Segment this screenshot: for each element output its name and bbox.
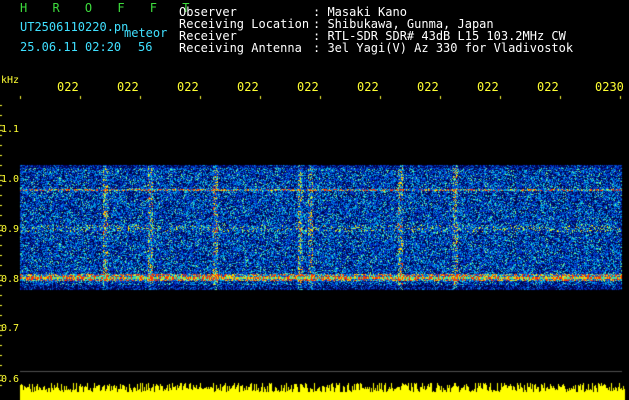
x-tick-label: 022	[297, 80, 319, 94]
x-tick-label: 022	[357, 80, 379, 94]
y-tick-label: 0.9	[1, 224, 20, 235]
datetime-label: 25.06.11 02:20	[20, 40, 122, 54]
y-tick-label: 0.7	[1, 323, 20, 334]
x-tick-label: 0230	[595, 80, 624, 94]
x-tick-label: 022	[537, 80, 559, 94]
x-tick-label: 022	[117, 80, 139, 94]
info-value-antenna: : 3el Yagi(V) Az 330 for Vladivostok	[313, 41, 574, 55]
spectrogram-canvas	[0, 0, 629, 400]
brand-title: H R O F F T	[20, 1, 199, 15]
y-axis-unit: kHz	[1, 75, 20, 86]
y-tick-label: 0.8	[1, 274, 20, 285]
y-tick-label: 0.6	[1, 374, 20, 385]
x-tick-label: 022	[57, 80, 79, 94]
x-tick-label: 022	[237, 80, 259, 94]
x-tick-label: 022	[177, 80, 199, 94]
mode-label: meteor	[124, 26, 168, 40]
info-label-antenna: Receiving Antenna	[179, 41, 302, 55]
x-tick-label: 022	[417, 80, 439, 94]
y-tick-label: 1.0	[1, 174, 20, 185]
file-name: UT2506110220.pn	[20, 20, 129, 34]
x-tick-label: 022	[477, 80, 499, 94]
count-label: 56	[138, 40, 153, 54]
y-tick-label: 1.1	[1, 124, 20, 135]
